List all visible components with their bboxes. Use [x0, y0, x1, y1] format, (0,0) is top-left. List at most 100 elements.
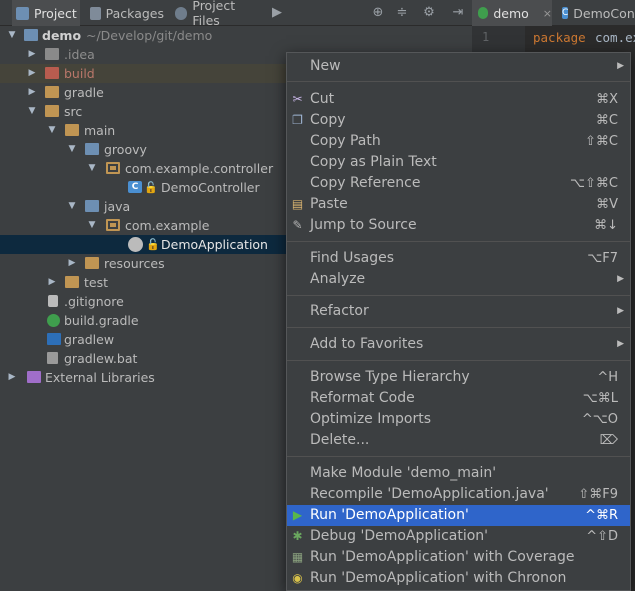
chevron-down-icon[interactable]: ▼ — [86, 159, 98, 178]
menu-separator — [287, 241, 630, 242]
menu-item-shortcut: ^⌥O — [581, 412, 618, 427]
folder-icon — [65, 276, 79, 288]
menu-item-make-module[interactable]: Make Module 'demo_main' — [287, 463, 630, 484]
more-tabs-icon[interactable]: ▶ — [269, 5, 285, 21]
spring-class-icon — [128, 237, 143, 252]
tree-root-label: demo — [42, 28, 82, 43]
chevron-down-icon[interactable]: ▼ — [66, 197, 78, 216]
git-icon — [48, 295, 58, 307]
gear-icon[interactable]: ⚙ — [421, 5, 437, 21]
gradle-file-icon — [47, 314, 60, 327]
menu-separator — [287, 81, 630, 82]
tree-item-label: groovy — [104, 142, 147, 157]
tree-item-label: com.example.controller — [125, 161, 274, 176]
editor-tab-democontroller[interactable]: C DemoConti — [556, 0, 635, 26]
menu-item-copy-reference[interactable]: Copy Reference ⌥⇧⌘C — [287, 173, 630, 194]
tree-item-label: main — [84, 123, 116, 138]
menu-item-delete[interactable]: Delete... ⌦ — [287, 430, 630, 451]
menu-separator — [287, 456, 630, 457]
menu-item-label: Copy Path — [310, 133, 381, 149]
chronon-icon: ◉ — [292, 571, 303, 585]
menu-item-run-with-coverage[interactable]: ▦ Run 'DemoApplication' with Coverage — [287, 547, 630, 568]
chevron-right-icon[interactable]: ▶ — [6, 368, 18, 387]
chevron-right-icon: ▶ — [617, 61, 624, 71]
context-menu: New ▶ ✂ Cut ⌘X ❐ Copy ⌘C Copy Path ⇧⌘C C… — [286, 52, 631, 591]
tree-item-label: java — [104, 199, 131, 214]
editor-tab-demo-label: demo — [493, 5, 529, 21]
menu-item-analyze[interactable]: Analyze ▶ — [287, 269, 630, 290]
menu-item-copy-plain-text[interactable]: Copy as Plain Text — [287, 152, 630, 173]
menu-item-find-usages[interactable]: Find Usages ⌥F7 — [287, 248, 630, 269]
tree-row-root[interactable]: ▼ demo ~/Develop/git/demo — [0, 26, 470, 45]
menu-item-shortcut: ⌘V — [596, 197, 618, 212]
menu-item-add-to-favorites[interactable]: Add to Favorites ▶ — [287, 334, 630, 355]
edit-icon: ✎ — [292, 218, 303, 232]
menu-item-run[interactable]: ▶ Run 'DemoApplication' ^⌘R — [287, 505, 630, 526]
menu-item-new[interactable]: New ▶ — [287, 56, 630, 77]
chevron-down-icon[interactable]: ▼ — [26, 102, 38, 121]
menu-item-label: Copy — [310, 112, 346, 128]
scroll-from-source-icon[interactable]: ⊕ — [370, 5, 386, 21]
menu-item-label: Cut — [310, 91, 335, 107]
tree-item-label: .idea — [64, 47, 95, 62]
chevron-right-icon: ▶ — [617, 274, 624, 284]
tree-item-label: DemoController — [161, 180, 260, 195]
scissors-icon: ✂ — [292, 92, 303, 106]
menu-item-browse-type-hierarchy[interactable]: Browse Type Hierarchy ^H — [287, 367, 630, 388]
editor-tab-democontroller-label: DemoConti — [573, 5, 635, 21]
menu-item-copy[interactable]: ❐ Copy ⌘C — [287, 110, 630, 131]
menu-item-shortcut: ^⌘R — [585, 508, 618, 523]
menu-item-label: Browse Type Hierarchy — [310, 369, 470, 385]
close-icon[interactable]: × — [543, 7, 552, 20]
collapse-all-icon[interactable]: ≑ — [394, 5, 410, 21]
menu-item-copy-path[interactable]: Copy Path ⇧⌘C — [287, 131, 630, 152]
chevron-right-icon[interactable]: ▶ — [26, 64, 38, 83]
menu-item-label: Jump to Source — [310, 217, 417, 233]
menu-item-paste[interactable]: ▤ Paste ⌘V — [287, 194, 630, 215]
menu-item-label: Run 'DemoApplication' — [310, 507, 469, 523]
resources-folder-icon — [85, 257, 99, 269]
chevron-down-icon[interactable]: ▼ — [6, 26, 18, 45]
editor-tab-demo[interactable]: demo × — [472, 0, 552, 26]
menu-item-cut[interactable]: ✂ Cut ⌘X — [287, 89, 630, 110]
menu-item-recompile[interactable]: Recompile 'DemoApplication.java' ⇧⌘F9 — [287, 484, 630, 505]
menu-item-optimize-imports[interactable]: Optimize Imports ^⌥O — [287, 409, 630, 430]
chevron-right-icon[interactable]: ▶ — [26, 45, 38, 64]
run-icon: ▶ — [292, 508, 303, 522]
package-icon — [106, 162, 120, 174]
tree-item-label: gradle — [64, 85, 104, 100]
terminal-file-icon — [47, 333, 61, 345]
hide-icon[interactable]: ⇥ — [450, 5, 466, 21]
chevron-down-icon[interactable]: ▼ — [66, 140, 78, 159]
menu-item-label: Delete... — [310, 432, 370, 448]
menu-item-shortcut: ⌥F7 — [587, 251, 618, 266]
menu-item-label: Optimize Imports — [310, 411, 431, 427]
chevron-down-icon[interactable]: ▼ — [86, 216, 98, 235]
menu-item-shortcut: ⌥⌘L — [582, 391, 618, 406]
menu-item-shortcut: ⌥⇧⌘C — [570, 176, 618, 191]
tree-item-label: com.example — [125, 218, 210, 233]
tree-root-path: ~/Develop/git/demo — [86, 28, 213, 43]
menu-item-run-with-chronon[interactable]: ◉ Run 'DemoApplication' with Chronon — [287, 568, 630, 589]
menu-separator — [287, 360, 630, 361]
clipboard-icon: ▤ — [291, 197, 304, 211]
tab-project-files[interactable]: Project Files — [171, 0, 263, 28]
chevron-down-icon[interactable]: ▼ — [46, 121, 58, 140]
tree-item-label: resources — [104, 256, 165, 271]
menu-item-debug[interactable]: ✱ Debug 'DemoApplication' ^⇧D — [287, 526, 630, 547]
menu-item-reformat-code[interactable]: Reformat Code ⌥⌘L — [287, 388, 630, 409]
menu-item-jump-to-source[interactable]: ✎ Jump to Source ⌘↓ — [287, 215, 630, 236]
folder-icon — [45, 86, 59, 98]
menu-item-shortcut: ^H — [597, 370, 618, 385]
menu-separator — [287, 327, 630, 328]
menu-item-refactor[interactable]: Refactor ▶ — [287, 301, 630, 322]
debug-icon: ✱ — [292, 529, 303, 543]
chevron-right-icon[interactable]: ▶ — [66, 254, 78, 273]
tab-project[interactable]: Project — [12, 0, 80, 26]
chevron-right-icon[interactable]: ▶ — [46, 273, 58, 292]
code-keyword: package — [533, 30, 586, 45]
tab-project-label: Project — [34, 5, 77, 21]
tab-packages[interactable]: Packages — [86, 0, 164, 26]
menu-item-label: Find Usages — [310, 250, 395, 266]
chevron-right-icon[interactable]: ▶ — [26, 83, 38, 102]
